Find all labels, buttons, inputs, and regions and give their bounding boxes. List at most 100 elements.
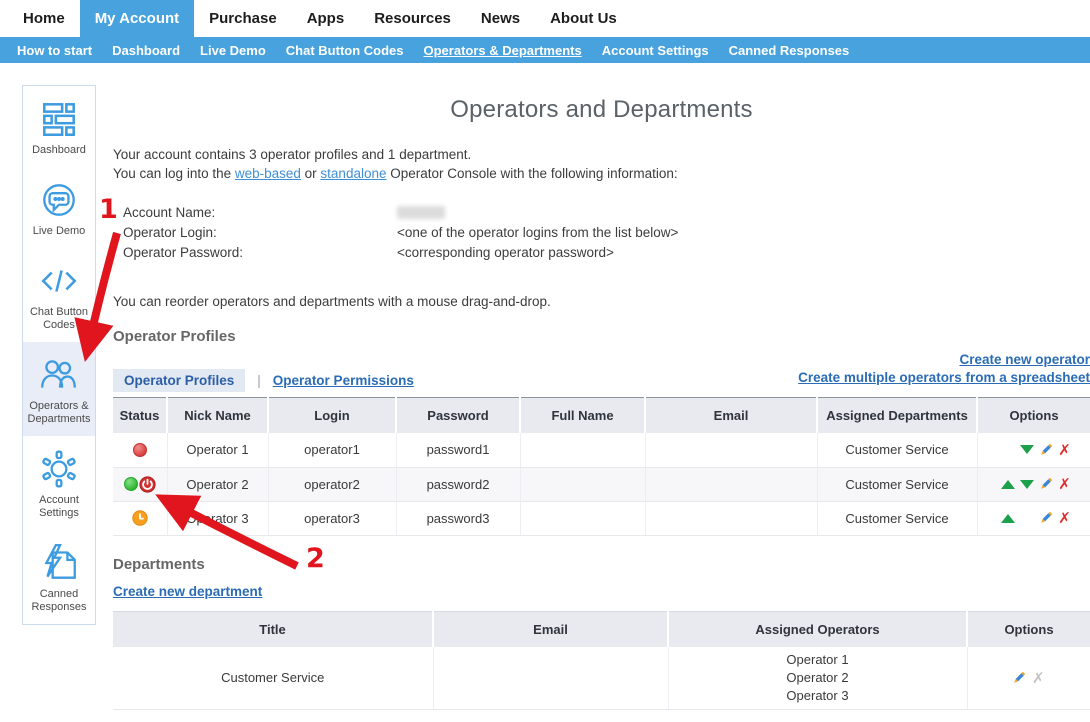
tab-operator-profiles[interactable]: Operator Profiles [113,369,245,392]
delete-button-disabled: ✗ [1029,670,1048,686]
create-multiple-operators-link[interactable]: Create multiple operators from a spreads… [798,370,1090,385]
departments-header-row: Title Email Assigned Operators Options [113,611,1090,647]
web-based-link[interactable]: web-based [235,166,301,181]
credentials-block: Account Name: Operator Login: <one of th… [113,203,1090,263]
department-email-cell [433,647,668,710]
page: Home My Account Purchase Apps Resources … [0,0,1090,722]
full-name-cell [520,467,645,501]
department-row-1: Customer Service Operator 1 Operator 2 O… [113,647,1090,710]
login-cell: operator2 [268,467,396,501]
password-cell: password2 [396,467,520,501]
top-navigation: Home My Account Purchase Apps Resources … [0,0,1090,37]
assigned-operator: Operator 2 [673,669,963,687]
operator-row-3: Operator 3 operator3 password3 Customer … [113,501,1090,535]
pencil-icon [1038,476,1054,492]
assigned-operator: Operator 3 [673,687,963,705]
topnav-apps[interactable]: Apps [292,0,360,37]
reorder-note: You can reorder operators and department… [113,294,1090,309]
move-down-button[interactable] [1017,476,1036,492]
move-up-button[interactable] [998,510,1017,526]
edit-button[interactable] [1010,670,1029,686]
subnav-canned-responses[interactable]: Canned Responses [719,43,860,58]
edit-button[interactable] [1036,476,1055,492]
operator-password-label: Operator Password: [123,243,397,263]
assigned-departments-cell: Customer Service [817,433,977,467]
move-down-button[interactable] [1017,442,1036,458]
edit-button[interactable] [1036,442,1055,458]
code-icon [38,260,80,302]
subnav-live-demo[interactable]: Live Demo [190,43,276,58]
topnav-news[interactable]: News [466,0,535,37]
pencil-icon [1011,670,1027,686]
force-logout-icon[interactable] [139,476,156,493]
col-title: Title [113,611,433,647]
login-cell: operator1 [268,433,396,467]
create-new-operator-link[interactable]: Create new operator [959,352,1090,367]
delete-button[interactable]: ✗ [1055,510,1074,526]
operator-row-2: Operator 2 operator2 password2 Customer … [113,467,1090,501]
sidebar-label: Chat Button Codes [26,306,92,332]
sidebar-item-chat-button-codes[interactable]: Chat Button Codes [23,248,95,342]
sidebar-item-dashboard[interactable]: Dashboard [23,86,95,167]
login-cell: operator3 [268,501,396,535]
col-login: Login [268,398,396,434]
sidebar-label: Dashboard [26,144,92,157]
subnav-dashboard[interactable]: Dashboard [102,43,190,58]
create-links: Create new operator Create multiple oper… [798,351,1090,387]
account-name-row: Account Name: [123,203,1090,223]
sidebar-item-canned-responses[interactable]: Canned Responses [23,530,95,624]
col-status: Status [113,398,167,434]
col-password: Password [396,398,520,434]
subnav-chat-button-codes[interactable]: Chat Button Codes [276,43,414,58]
departments-heading: Departments [113,556,1090,573]
sidebar-label: Account Settings [26,494,92,520]
assigned-departments-cell: Customer Service [817,501,977,535]
dashboard-icon [38,98,80,140]
sidebar-label: Live Demo [26,225,92,238]
standalone-link[interactable]: standalone [320,166,386,181]
subnav-operators-departments[interactable]: Operators & Departments [414,43,592,58]
sidebar-label: Canned Responses [26,588,92,614]
email-cell [645,467,817,501]
empty-slot [1017,510,1036,526]
operator-password-row: Operator Password: <corresponding operat… [123,243,1090,263]
intro-line-2: You can log into the web-based or standa… [113,164,1090,183]
live-demo-icon [38,179,80,221]
operator-profiles-heading: Operator Profiles [113,328,1090,345]
edit-button[interactable] [1036,510,1055,526]
sidebar-item-operators-departments[interactable]: Operators & Departments [23,342,95,436]
delete-button[interactable]: ✗ [1055,476,1074,492]
topnav-my-account[interactable]: My Account [80,0,194,37]
status-away-icon [132,510,148,526]
full-name-cell [520,433,645,467]
topnav-about-us[interactable]: About Us [535,0,632,37]
account-name-label: Account Name: [123,203,397,223]
sidebar-item-live-demo[interactable]: Live Demo [23,167,95,248]
status-offline-icon [133,443,147,457]
password-cell: password1 [396,433,520,467]
delete-button[interactable]: ✗ [1055,442,1074,458]
password-cell: password3 [396,501,520,535]
operators-table: Status Nick Name Login Password Full Nam… [113,397,1090,536]
move-up-button[interactable] [998,476,1017,492]
page-title: Operators and Departments [113,88,1090,124]
assigned-operator: Operator 1 [673,651,963,669]
sidebar-item-account-settings[interactable]: Account Settings [23,436,95,530]
topnav-home[interactable]: Home [8,0,80,37]
col-nick-name: Nick Name [167,398,268,434]
tab-operator-permissions[interactable]: Operator Permissions [273,373,414,388]
operator-tabs: Operator Profiles | Operator Permissions [113,369,414,392]
operator-login-value: <one of the operator logins from the lis… [397,223,678,243]
create-new-department-link[interactable]: Create new department [113,584,262,599]
departments-table: Title Email Assigned Operators Options C… [113,611,1090,710]
col-options: Options [977,398,1090,434]
col-assigned-operators: Assigned Operators [668,611,967,647]
subnav-account-settings[interactable]: Account Settings [592,43,719,58]
topnav-purchase[interactable]: Purchase [194,0,292,37]
assigned-departments-cell: Customer Service [817,467,977,501]
gear-icon [38,448,80,490]
col-full-name: Full Name [520,398,645,434]
topnav-resources[interactable]: Resources [359,0,466,37]
subnav-how-to-start[interactable]: How to start [7,43,102,58]
operator-login-label: Operator Login: [123,223,397,243]
